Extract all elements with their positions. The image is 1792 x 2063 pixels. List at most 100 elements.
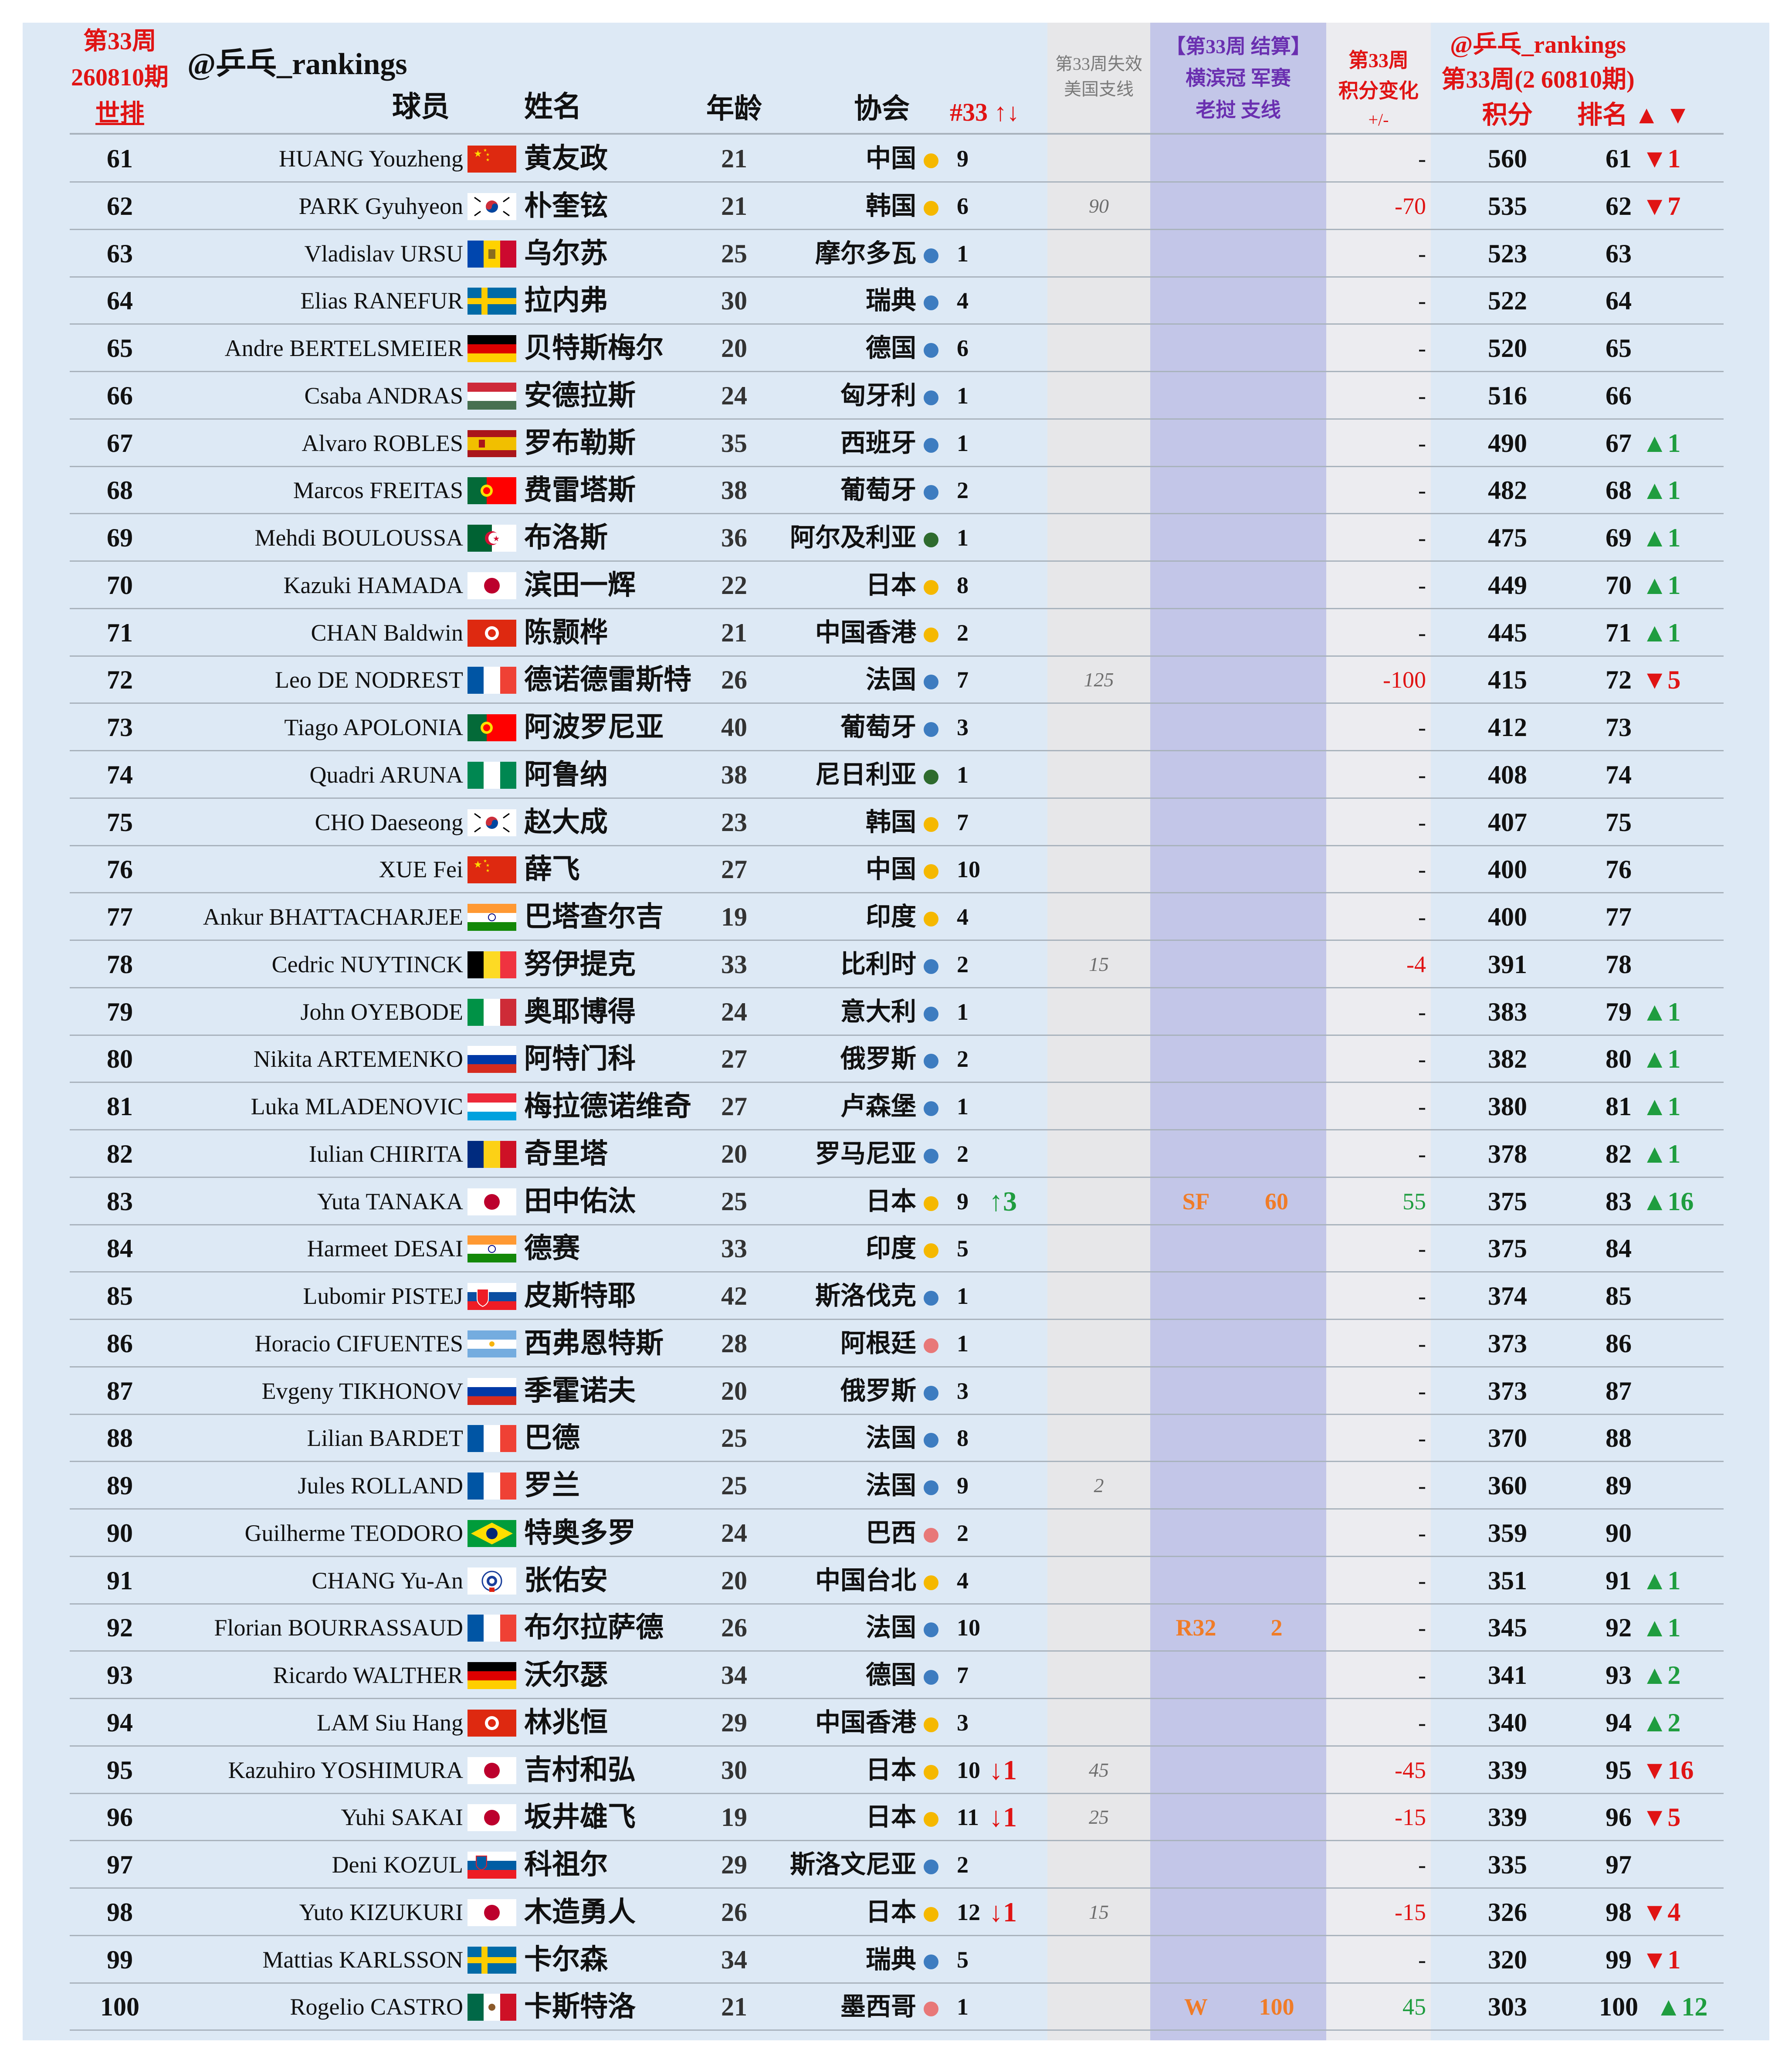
player-age: 24 [721,997,747,1026]
association-dot-icon [924,295,938,311]
points-change: - [1418,1946,1426,1973]
points-change: - [1418,1567,1426,1594]
association-dot-icon [924,1764,938,1780]
player-age: 26 [721,665,747,695]
rank-change: ▲1 [1642,1045,1681,1074]
points-change: - [1418,904,1426,930]
player-name-en: CHAN Baldwin [311,619,464,646]
rank-change: ▲1 [1642,997,1681,1026]
new-rank: 76 [1606,855,1632,884]
hongkong-flag-icon [467,1709,516,1737]
table-row: 89 Jules ROLLAND 罗兰 25 法国 9 2 - 360 89 [0,1462,1792,1510]
association: 日本 [865,1755,916,1784]
association: 法国 [865,1613,916,1642]
association: 德国 [865,334,916,362]
world-rank: 93 [107,1661,133,1690]
event-points: 60 [1265,1188,1288,1215]
association-dot-icon [924,1954,938,1969]
player-age: 25 [721,1424,747,1453]
table-row: 92 Florian BOURRASSAUD 布尔拉萨德 26 法国 10 R32 2 - 345… [0,1604,1792,1652]
association-count: 3 [957,1709,969,1736]
world-rank: 63 [107,239,133,268]
new-rank: 77 [1606,903,1632,931]
player-col-header: 球员 [392,91,450,123]
player-name-cn: 布尔拉萨德 [524,1612,664,1643]
player-name-en: Lubomir PISTEJ [303,1283,463,1309]
player-name-en: Kazuki HAMADA [283,572,463,598]
table-row: 91 CHANG Yu-An 张佑安 20 中国台北 4-351 91 ▲1 [0,1557,1792,1605]
association-dot-icon [924,1527,938,1543]
player-name-en: Elias RANEFUR [300,288,463,314]
slovenia-flag-icon [467,1852,516,1879]
loss-header-line2: 美国支线 [1064,79,1134,99]
association: 中国 [865,855,916,884]
association-count: 9 [957,1188,969,1215]
association-dot-icon [924,533,938,547]
association-count: 5 [957,1946,969,1973]
world-rank: 67 [107,428,133,458]
total-points: 400 [1488,903,1527,931]
association-dot-icon [924,817,938,832]
player-age: 21 [721,191,747,221]
world-rank: 97 [107,1850,133,1879]
association-count: 5 [957,1235,969,1262]
player-name-en: Guilherme TEODORO [244,1520,463,1546]
association-dot-icon [924,153,938,168]
new-rank: 86 [1606,1329,1632,1358]
brand-right: @乒乓_rankings [1450,31,1626,58]
association-count: 6 [957,335,969,361]
week-move: ↑3 [989,1185,1017,1217]
india-flag-icon [467,1235,516,1263]
hongkong-flag-icon [467,619,516,647]
points-change: -70 [1395,193,1426,219]
association: 阿根廷 [840,1329,916,1357]
rank-change: ▼1 [1642,1945,1681,1974]
rank-change: ▲2 [1642,1661,1681,1690]
association: 瑞典 [865,1945,916,1974]
event-header-line2: 横滨冠 军赛 [1186,67,1291,89]
player-name-en: John OYEBODE [300,998,464,1025]
table-row: 84 Harmeet DESAI 德赛 33 印度 5 - 375 84 [0,1225,1792,1273]
points-change: - [1418,1615,1426,1641]
points-change: - [1418,335,1426,361]
event-result: W [1184,1994,1208,2020]
table-row: 81 Luka MLADENOVIC 梅拉德诺维奇 27 卢森堡 1-380 81 ▲1 [0,1083,1792,1130]
association-dot-icon [924,248,938,263]
table-row: 80 Nikita ARTEMENKO 阿特门科 27 俄罗斯 2-382 80 ▲1 [0,1035,1792,1083]
player-age: 23 [721,808,747,837]
association-count: 1 [957,430,969,456]
player-age: 36 [721,523,747,552]
rank-change: ▼7 [1642,191,1681,221]
association-dot-icon [924,580,938,595]
points-change: -15 [1395,1804,1426,1831]
player-name-en: Evgeny TIKHONOV [261,1378,463,1404]
world-rank: 87 [107,1376,133,1405]
table-row: 76 XUE Fei ★ ★ ★ ★ 薛飞 27 中国 10 - 400 76 [0,846,1792,894]
world-rank: 81 [107,1092,133,1121]
player-age: 38 [721,476,747,505]
player-name-cn: 沃尔瑟 [524,1659,608,1690]
japan-flag-icon [467,1757,516,1784]
table-row: 83 Yuta TANAKA 田中佑汰 25 日本 9 ↑3 SF 60 55 375 83 ▲16 [0,1178,1792,1225]
change-header-line2: 积分变化 [1338,80,1419,102]
total-points: 415 [1488,665,1527,695]
rank-change: ▲1 [1642,476,1681,505]
table-row: 77 Ankur BHATTACHARJEE 巴塔查尔吉 19 印度 4 - 400 77 [0,893,1792,941]
association: 葡萄牙 [840,713,916,741]
player-age: 29 [721,1708,747,1737]
table-row: 68 Marcos FREITAS 费雷塔斯 38 葡萄牙 2-482 68 ▲1 [0,467,1792,515]
association-count: 2 [957,951,969,977]
mexico-flag-icon [467,1994,516,2021]
argentina-flag-icon [467,1330,516,1357]
world-rank: 79 [107,997,133,1026]
player-age: 22 [721,570,747,600]
expired-points: 15 [1089,1900,1109,1923]
germany-flag-icon [467,1662,516,1689]
association: 阿尔及利亚 [789,523,916,552]
player-name-cn: 朴奎铉 [524,190,608,221]
table-row: 88 Lilian BARDET 巴德 25 法国 8 - 370 88 [0,1415,1792,1462]
player-age: 40 [721,713,747,742]
expired-points: 2 [1094,1474,1104,1496]
sweden-flag-icon [467,1946,516,1974]
player-name-en: Alvaro ROBLES [301,430,464,456]
